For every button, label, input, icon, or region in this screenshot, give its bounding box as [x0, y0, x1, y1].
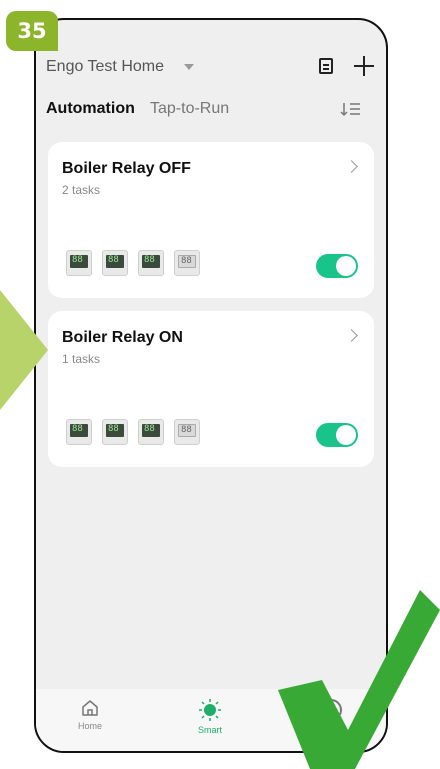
device-list: [66, 419, 200, 445]
sun-icon: [199, 699, 221, 721]
chevron-right-icon[interactable]: [345, 329, 358, 342]
checkmark-icon: [278, 590, 440, 769]
thermostat-device-icon: [138, 250, 164, 276]
home-dropdown-caret-icon[interactable]: [184, 64, 194, 70]
tab-automation[interactable]: Automation: [46, 100, 135, 118]
thermostat-device-icon: [66, 250, 92, 276]
pointer-arrow: [0, 290, 48, 410]
home-selector[interactable]: Engo Test Home: [46, 58, 164, 76]
nav-home[interactable]: Home: [60, 699, 120, 731]
step-number-badge: 35: [6, 11, 58, 51]
list-icon[interactable]: [319, 58, 333, 74]
thermostat-device-icon: [102, 250, 128, 276]
thermostat-device-icon: [138, 419, 164, 445]
nav-smart[interactable]: Smart: [180, 699, 240, 735]
automation-toggle[interactable]: [316, 423, 358, 447]
thermostat-device-icon: [174, 250, 200, 276]
thermostat-device-icon: [174, 419, 200, 445]
nav-home-label: Home: [77, 721, 102, 731]
thermostat-device-icon: [102, 419, 128, 445]
tab-tap-to-run[interactable]: Tap-to-Run: [150, 100, 229, 118]
home-icon: [82, 700, 98, 716]
automation-card[interactable]: Boiler Relay ON 1 tasks: [48, 311, 374, 467]
top-bar: Engo Test Home: [36, 20, 386, 76]
device-list: [66, 250, 200, 276]
nav-smart-label: Smart: [197, 725, 222, 735]
card-task-count: 1 tasks: [62, 352, 101, 366]
card-task-count: 2 tasks: [62, 183, 101, 197]
chevron-right-icon[interactable]: [345, 160, 358, 173]
card-title: Boiler Relay OFF: [62, 160, 191, 177]
add-icon[interactable]: [354, 56, 374, 76]
thermostat-device-icon: [66, 419, 92, 445]
card-title: Boiler Relay ON: [62, 329, 183, 346]
automation-toggle[interactable]: [316, 254, 358, 278]
automation-card[interactable]: Boiler Relay OFF 2 tasks: [48, 142, 374, 298]
sort-icon[interactable]: [340, 100, 362, 118]
